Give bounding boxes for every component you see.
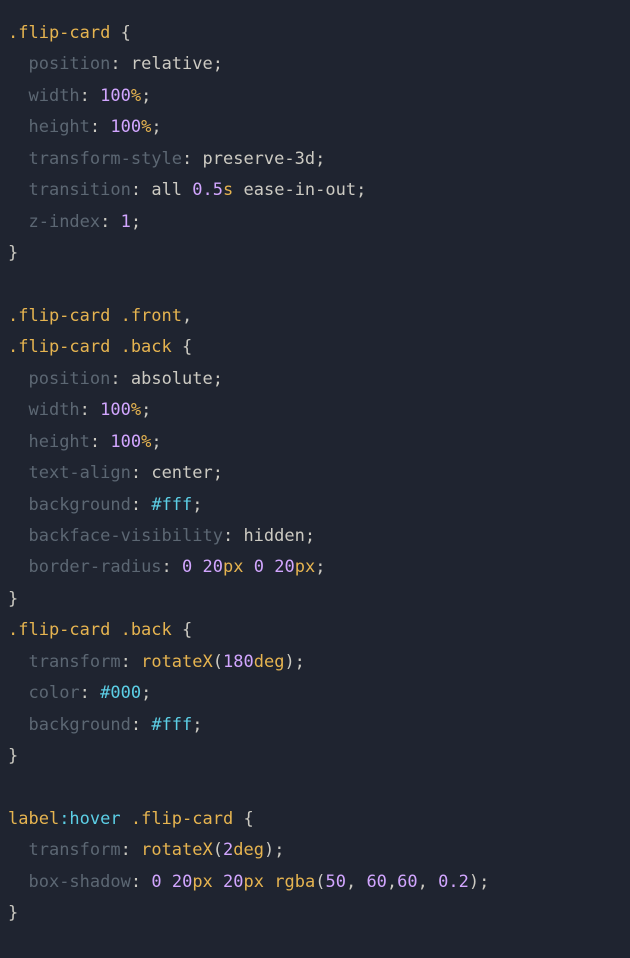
num: 20 <box>223 872 243 892</box>
pseudo: :hover <box>59 809 120 829</box>
unit: s <box>223 180 233 200</box>
prop: background <box>28 715 130 735</box>
prop: text-align <box>28 463 130 483</box>
num: 60 <box>366 872 386 892</box>
prop: height <box>28 117 89 137</box>
hex: #fff <box>151 495 192 515</box>
unit: % <box>131 86 141 106</box>
num: 0 <box>182 557 192 577</box>
num: 60 <box>397 872 417 892</box>
prop: border-radius <box>28 557 161 577</box>
num: 100 <box>100 86 131 106</box>
val: hidden <box>243 526 304 546</box>
num: 50 <box>325 872 345 892</box>
unit: % <box>131 400 141 420</box>
num: 0 <box>151 872 161 892</box>
num: 100 <box>110 117 141 137</box>
selector: .flip-card <box>8 23 110 43</box>
func: rotateX <box>141 840 213 860</box>
num: 180 <box>223 652 254 672</box>
val: all <box>151 180 182 200</box>
unit: deg <box>254 652 285 672</box>
num: 20 <box>274 557 294 577</box>
num: 1 <box>121 212 131 232</box>
selector: .flip-card .front <box>8 306 182 326</box>
num: 100 <box>110 432 141 452</box>
unit: % <box>141 432 151 452</box>
code-block: .flip-card { position: relative; width: … <box>8 18 622 930</box>
unit: deg <box>233 840 264 860</box>
prop: backface-visibility <box>28 526 222 546</box>
prop: position <box>28 369 110 389</box>
selector-part: label <box>8 809 59 829</box>
num: 100 <box>100 400 131 420</box>
prop: width <box>28 86 79 106</box>
val: preserve-3d <box>203 149 316 169</box>
num: 20 <box>203 557 223 577</box>
unit: px <box>295 557 315 577</box>
selector-part: .flip-card <box>121 809 234 829</box>
prop: z-index <box>28 212 100 232</box>
prop: color <box>28 683 79 703</box>
func: rotateX <box>141 652 213 672</box>
func: rgba <box>274 872 315 892</box>
selector: .flip-card .back <box>8 337 172 357</box>
selector: .flip-card .back <box>8 620 172 640</box>
prop: transform <box>28 652 120 672</box>
num: 2 <box>223 840 233 860</box>
unit: % <box>141 117 151 137</box>
unit: px <box>244 872 264 892</box>
num: 0 <box>254 557 264 577</box>
val: absolute <box>131 369 213 389</box>
hex: #000 <box>100 683 141 703</box>
val: relative <box>131 54 213 74</box>
val: ease-in-out <box>244 180 357 200</box>
num: 20 <box>172 872 192 892</box>
prop: background <box>28 495 130 515</box>
num: 0.2 <box>438 872 469 892</box>
prop: position <box>28 54 110 74</box>
prop: width <box>28 400 79 420</box>
unit: px <box>192 872 212 892</box>
prop: transition <box>28 180 130 200</box>
prop: height <box>28 432 89 452</box>
prop: transform-style <box>28 149 182 169</box>
prop: transform <box>28 840 120 860</box>
hex: #fff <box>151 715 192 735</box>
prop: box-shadow <box>28 872 130 892</box>
val: center <box>151 463 212 483</box>
num: 0.5 <box>192 180 223 200</box>
unit: px <box>223 557 243 577</box>
